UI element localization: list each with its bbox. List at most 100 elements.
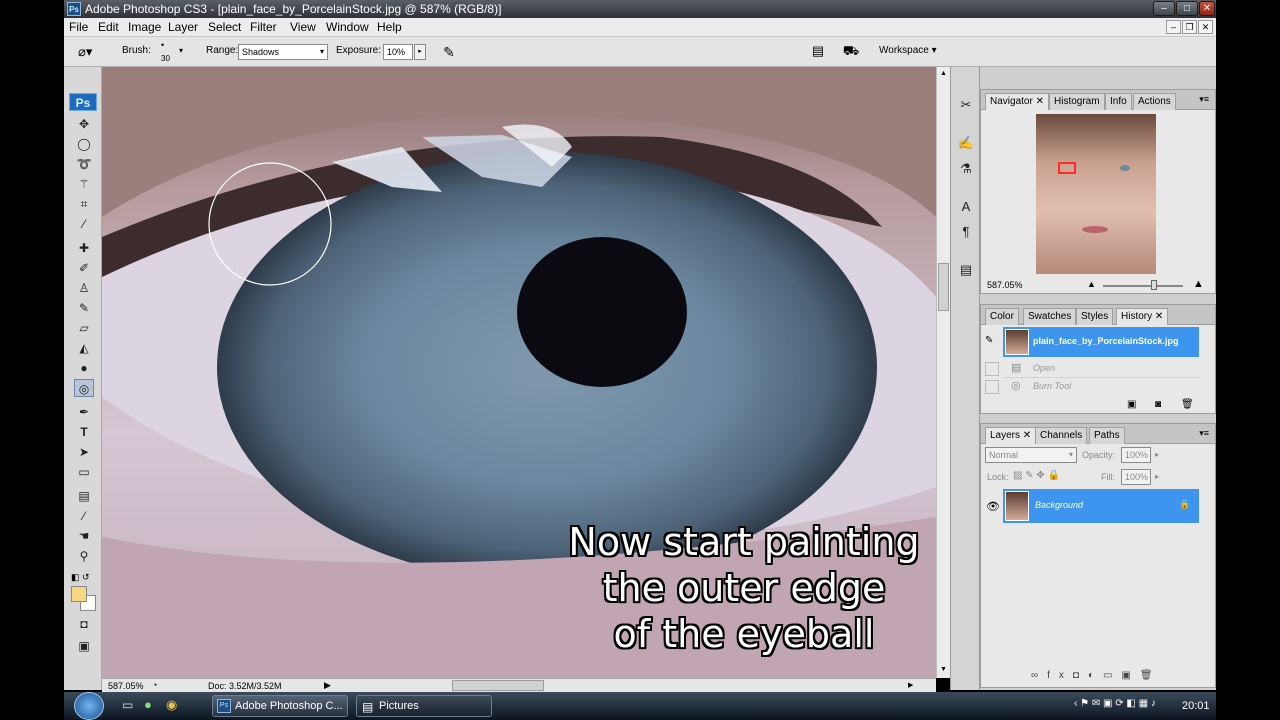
foreground-color-swatch[interactable] [71, 586, 87, 602]
new-snapshot-icon[interactable]: ◙ [1155, 399, 1161, 410]
brush-dropdown-icon[interactable]: ▾ [179, 46, 183, 55]
clone-source-icon[interactable]: ⚗ [956, 159, 976, 179]
workspace-button[interactable]: Workspace ▾ [879, 45, 937, 56]
tab-info[interactable]: Info [1105, 93, 1132, 110]
zoom-out-icon[interactable]: ▲ [1087, 279, 1096, 289]
clone-stamp-icon[interactable]: ♙ [74, 279, 94, 297]
tab-paths[interactable]: Paths [1089, 427, 1125, 444]
history-brush-source-icon[interactable]: ✎ [985, 335, 993, 346]
horizontal-scroll-thumb[interactable] [452, 680, 544, 691]
menu-help[interactable]: Help [377, 20, 402, 35]
tab-history[interactable]: History ✕ [1116, 308, 1169, 325]
brushes-icon[interactable]: ✍ [956, 133, 976, 153]
exposure-slider-button[interactable]: ▸ [414, 44, 426, 60]
vertical-scroll-thumb[interactable] [938, 263, 949, 311]
chrome-icon[interactable]: ◉ [166, 697, 177, 713]
doc-restore-button[interactable]: ❐ [1182, 20, 1197, 34]
tab-swatches[interactable]: Swatches [1023, 308, 1077, 325]
history-state-burn[interactable]: ◎ Burn Tool [1003, 378, 1199, 396]
range-select[interactable]: Shadows ▾ [238, 44, 328, 60]
navigator-zoom-thumb[interactable] [1151, 280, 1157, 290]
history-state-open[interactable]: ▤ Open [1003, 360, 1199, 378]
brush-dot-icon[interactable]: • [161, 40, 164, 50]
start-button[interactable] [74, 692, 104, 720]
exposure-input[interactable]: 10% [383, 44, 413, 60]
tab-styles[interactable]: Styles [1076, 308, 1114, 325]
layer-comps-icon[interactable]: ▤ [956, 260, 976, 280]
brush-icon[interactable]: ✐ [74, 259, 94, 277]
history-brush-icon[interactable]: ✎ [74, 299, 94, 317]
panel-menu-icon[interactable]: ▾≡ [1199, 94, 1209, 105]
menu-filter[interactable]: Filter [250, 20, 277, 35]
hand-icon[interactable]: ☚ [74, 527, 94, 545]
eyedropper2-icon[interactable]: ⁄ [74, 507, 94, 525]
new-document-from-state-icon[interactable]: ▣ [1127, 399, 1136, 410]
scroll-up-arrow-icon[interactable]: ▲ [937, 67, 950, 80]
menu-image[interactable]: Image [128, 20, 161, 35]
status-info-icon[interactable]: ◔ [152, 680, 157, 690]
navigator-zoom-slider[interactable] [1103, 285, 1183, 287]
tab-layers[interactable]: Layers ✕ [985, 427, 1037, 444]
marquee-icon[interactable]: ◯ [74, 135, 94, 153]
navigator-zoom[interactable]: 587.05% [987, 280, 1023, 290]
tab-histogram[interactable]: Histogram [1049, 93, 1105, 110]
bridge-icon[interactable]: ⛟ [840, 43, 862, 61]
menu-layer[interactable]: Layer [168, 20, 198, 35]
panel-menu-icon[interactable]: ▾≡ [1199, 428, 1209, 439]
zoom-level[interactable]: 587.05% [108, 681, 144, 691]
menu-edit[interactable]: Edit [98, 20, 119, 35]
move-icon[interactable]: ✥ [74, 115, 94, 133]
blur-icon[interactable]: ● [74, 359, 94, 377]
character-icon[interactable]: A [956, 197, 976, 217]
tab-color[interactable]: Color [985, 308, 1019, 325]
trash-icon[interactable]: 🗑 [1181, 399, 1194, 410]
layer-actions-icons[interactable]: ∞fx◘◐▭▣🗑 [1031, 670, 1162, 681]
screen-mode-icon[interactable]: ▣ [74, 637, 94, 655]
tab-channels[interactable]: Channels [1035, 427, 1088, 444]
zoom-icon[interactable]: ⚲ [74, 547, 94, 565]
paint-bucket-icon[interactable]: ◭ [74, 339, 94, 357]
doc-minimize-button[interactable]: – [1166, 20, 1181, 34]
quick-mask-icon[interactable]: ◘ [74, 615, 94, 633]
status-menu-arrow-icon[interactable]: ▶ [324, 680, 331, 691]
palette-well-icon[interactable]: ▤ [809, 43, 827, 61]
vertical-scrollbar[interactable]: ▲ ▼ [936, 67, 950, 678]
menu-select[interactable]: Select [208, 20, 241, 35]
brush-size[interactable]: 30 [161, 54, 170, 63]
layer-row-background[interactable]: Background 🔒 [1003, 489, 1199, 523]
opacity-slider-arrow-icon[interactable]: ▸ [1155, 450, 1159, 459]
navigator-view-box[interactable] [1058, 162, 1076, 174]
tools-preset-icon[interactable]: ✂ [956, 95, 976, 115]
lock-transparency-icon[interactable]: ▨ ✎ ✥ 🔒 [1013, 470, 1060, 481]
navigator-thumbnail[interactable] [1036, 114, 1156, 274]
clock[interactable]: 20:01 [1182, 700, 1210, 712]
tray-icons[interactable]: ‹ ⚑ ✉ ▣ ⟳ ◧ ▦ ♪ [1074, 698, 1156, 709]
menu-file[interactable]: File [69, 20, 88, 35]
path-selection-icon[interactable]: ➤ [74, 443, 94, 461]
taskbar-pictures[interactable]: ▤ Pictures [356, 695, 492, 717]
quicklaunch-app-icon[interactable]: ● [144, 697, 152, 712]
tab-actions[interactable]: Actions [1133, 93, 1176, 110]
type-icon[interactable]: T [74, 423, 94, 441]
tool-preset-picker[interactable]: ⌀▾ [78, 43, 106, 61]
paragraph-icon[interactable]: ¶ [956, 222, 976, 242]
scroll-right-arrow-icon[interactable]: ▶ [908, 681, 913, 689]
show-desktop-icon[interactable]: ▭ [122, 698, 133, 712]
notes-icon[interactable]: ▤ [74, 487, 94, 505]
default-colors-icon[interactable]: ◧ ↺ [71, 572, 90, 583]
tab-navigator[interactable]: Navigator ✕ [985, 93, 1049, 110]
healing-icon[interactable]: ✚ [74, 239, 94, 257]
doc-close-button[interactable]: ✕ [1198, 20, 1213, 34]
crop-icon[interactable]: ⌗ [74, 195, 94, 213]
zoom-in-icon[interactable]: ▲ [1193, 278, 1204, 290]
menu-view[interactable]: View [290, 20, 316, 35]
pen-icon[interactable]: ✒ [74, 403, 94, 421]
taskbar-photoshop[interactable]: Ps Adobe Photoshop C... [212, 695, 348, 717]
fill-slider-arrow-icon[interactable]: ▸ [1155, 472, 1159, 481]
eyedropper-icon[interactable]: ⁄ [74, 215, 94, 233]
airbrush-icon[interactable]: ✎ [438, 42, 460, 62]
history-source-box[interactable] [985, 362, 999, 376]
history-source-box[interactable] [985, 380, 999, 394]
lasso-icon[interactable]: ➰ [74, 155, 94, 173]
opacity-input[interactable]: 100% [1121, 447, 1151, 463]
